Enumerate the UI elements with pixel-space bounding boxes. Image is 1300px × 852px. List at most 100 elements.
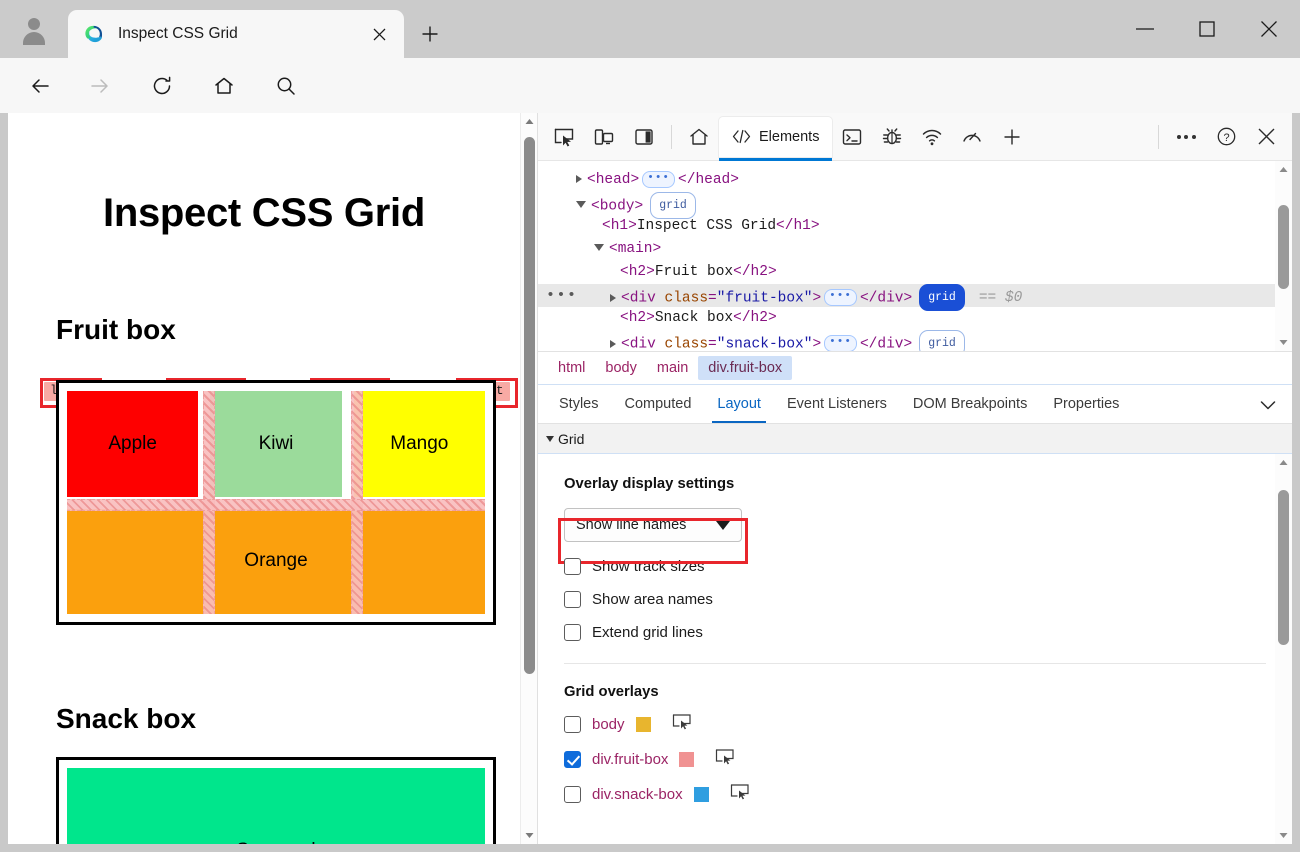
forward-button[interactable] <box>82 68 118 104</box>
reload-icon <box>153 76 171 95</box>
tab-elements[interactable]: Elements <box>719 116 833 161</box>
fruit-box-grid-container: Apple Kiwi Mango Orange <box>56 380 496 625</box>
tab-debugger[interactable] <box>872 117 912 157</box>
close-icon <box>1261 21 1277 37</box>
collapse-triangle-icon[interactable] <box>594 243 604 251</box>
inspect-element-button[interactable] <box>544 117 584 157</box>
tab-performance[interactable] <box>952 117 992 157</box>
dom-row-fruit-box[interactable]: ••• <div class="fruit-box"> ••• </div> grid =… <box>538 284 1292 311</box>
tab-dom-breakpoints[interactable]: DOM Breakpoints <box>900 385 1040 423</box>
tab-network[interactable] <box>912 117 952 157</box>
window-close-button[interactable] <box>1238 0 1300 58</box>
maximize-button[interactable] <box>1176 0 1238 58</box>
search-icon <box>277 77 295 95</box>
overlay-checkbox-fruit-box[interactable] <box>564 750 581 768</box>
grid-badge[interactable]: grid <box>919 330 965 351</box>
overlay-row-snack-box[interactable]: div.snack-box <box>564 783 1292 805</box>
dock-side-button[interactable] <box>624 117 664 157</box>
close-icon <box>1258 128 1274 145</box>
overlay-row-body[interactable]: body <box>564 713 1292 735</box>
breadcrumb-item-div-fruit-box[interactable]: div.fruit-box <box>698 356 793 380</box>
dom-row-body[interactable]: <body> grid <box>538 192 1292 219</box>
breadcrumb-item-main[interactable]: main <box>647 356 698 380</box>
overlay-show-element-button-fruit-box[interactable] <box>715 748 735 770</box>
dom-row-h1[interactable]: <h1>Inspect CSS Grid</h1> <box>538 215 1292 238</box>
expand-triangle-icon[interactable] <box>610 339 616 348</box>
dom-snack-class: snack-box <box>725 336 804 351</box>
collapsed-content-icon[interactable]: ••• <box>642 170 676 188</box>
dom-row-head[interactable]: <head> ••• </head> <box>538 169 1292 192</box>
checkbox-show-area-names[interactable] <box>564 591 581 608</box>
tab-properties[interactable]: Properties <box>1040 385 1132 423</box>
collapse-triangle-icon[interactable] <box>546 435 554 442</box>
expand-triangle-icon[interactable] <box>576 175 582 184</box>
browser-tab[interactable]: Inspect CSS Grid <box>68 10 404 58</box>
reload-button[interactable] <box>144 68 180 104</box>
page-scrollbar[interactable] <box>520 113 537 844</box>
show-element-icon <box>730 784 749 800</box>
grid-cell-mango: Mango <box>353 391 485 497</box>
scrollbar-thumb[interactable] <box>1278 490 1289 645</box>
show-element-icon <box>716 749 735 765</box>
devtools-home-button[interactable] <box>679 117 719 157</box>
devtools-close-button[interactable] <box>1246 117 1286 157</box>
scroll-down-arrow[interactable] <box>1275 827 1292 844</box>
more-tools-button[interactable] <box>992 117 1032 157</box>
search-button[interactable] <box>268 68 304 104</box>
dom-row-main[interactable]: <main> <box>538 238 1292 261</box>
tab-computed[interactable]: Computed <box>612 385 705 423</box>
back-button[interactable] <box>22 68 58 104</box>
chevron-down-icon <box>1279 340 1288 345</box>
tab-layout[interactable]: Layout <box>704 385 774 423</box>
scrollbar-thumb[interactable] <box>1278 205 1289 289</box>
overlay-checkbox-snack-box[interactable] <box>564 785 581 803</box>
tab-styles[interactable]: Styles <box>546 385 612 423</box>
scrollbar-thumb[interactable] <box>524 137 535 674</box>
grid-section-header[interactable]: Grid <box>538 424 1292 454</box>
scroll-up-arrow[interactable] <box>1275 454 1292 471</box>
scroll-up-arrow[interactable] <box>1275 161 1292 178</box>
overlay-display-dropdown[interactable]: Show line names <box>564 508 742 542</box>
breadcrumb-item-body[interactable]: body <box>595 356 646 380</box>
checkbox-row-show-track-sizes[interactable]: Show track sizes <box>564 558 1292 575</box>
home-button[interactable] <box>206 68 242 104</box>
checkbox-row-show-area-names[interactable]: Show area names <box>564 591 1292 608</box>
devtools-help-button[interactable]: ? <box>1206 117 1246 157</box>
ellipsis-icon <box>1176 134 1196 139</box>
tab-event-listeners[interactable]: Event Listeners <box>774 385 900 423</box>
overlay-show-element-button-snack-box[interactable] <box>730 783 750 805</box>
scroll-down-arrow[interactable] <box>521 827 538 844</box>
devtools-overflow-button[interactable] <box>1166 117 1206 157</box>
dom-row-h2-fruit[interactable]: <h2>Fruit box</h2> <box>538 261 1292 284</box>
profile-button[interactable] <box>14 13 54 45</box>
device-emulation-icon <box>594 128 614 145</box>
new-tab-button[interactable] <box>412 17 448 51</box>
checkbox-row-extend-grid-lines[interactable]: Extend grid lines <box>564 624 1292 641</box>
layout-panel-scrollbar[interactable] <box>1275 454 1292 844</box>
overlay-show-element-button-body[interactable] <box>672 713 692 735</box>
tab-close-button[interactable] <box>364 19 394 49</box>
dom-row-snack-box[interactable]: <div class="snack-box"> ••• </div> grid <box>538 330 1292 351</box>
row-actions-icon[interactable]: ••• <box>546 284 578 307</box>
collapse-triangle-icon[interactable] <box>576 201 586 208</box>
home-icon <box>215 77 233 94</box>
overlay-checkbox-body[interactable] <box>564 715 581 733</box>
device-emulation-button[interactable] <box>584 117 624 157</box>
expand-triangle-icon[interactable] <box>610 293 616 302</box>
scroll-up-arrow[interactable] <box>521 113 538 130</box>
scroll-down-arrow[interactable] <box>1275 334 1292 351</box>
dom-tree-scrollbar[interactable] <box>1275 161 1292 351</box>
collapsed-content-icon[interactable]: ••• <box>824 289 857 306</box>
checkbox-show-track-sizes[interactable] <box>564 558 581 575</box>
dom-row-h2-snack[interactable]: <h2>Snack box</h2> <box>538 307 1292 330</box>
forward-arrow-icon <box>91 79 108 93</box>
overlay-row-fruit-box[interactable]: div.fruit-box <box>564 748 1292 770</box>
dom-h2-fruit-text: Fruit box <box>654 264 734 280</box>
minimize-button[interactable] <box>1114 0 1176 58</box>
breadcrumb-item-html[interactable]: html <box>548 356 595 380</box>
checkbox-extend-grid-lines[interactable] <box>564 624 581 641</box>
collapsed-content-icon[interactable]: ••• <box>824 335 857 351</box>
sidebar-tabs-overflow-button[interactable] <box>1254 391 1282 419</box>
tab-console[interactable] <box>832 117 872 157</box>
chevron-down-icon <box>1260 400 1276 409</box>
